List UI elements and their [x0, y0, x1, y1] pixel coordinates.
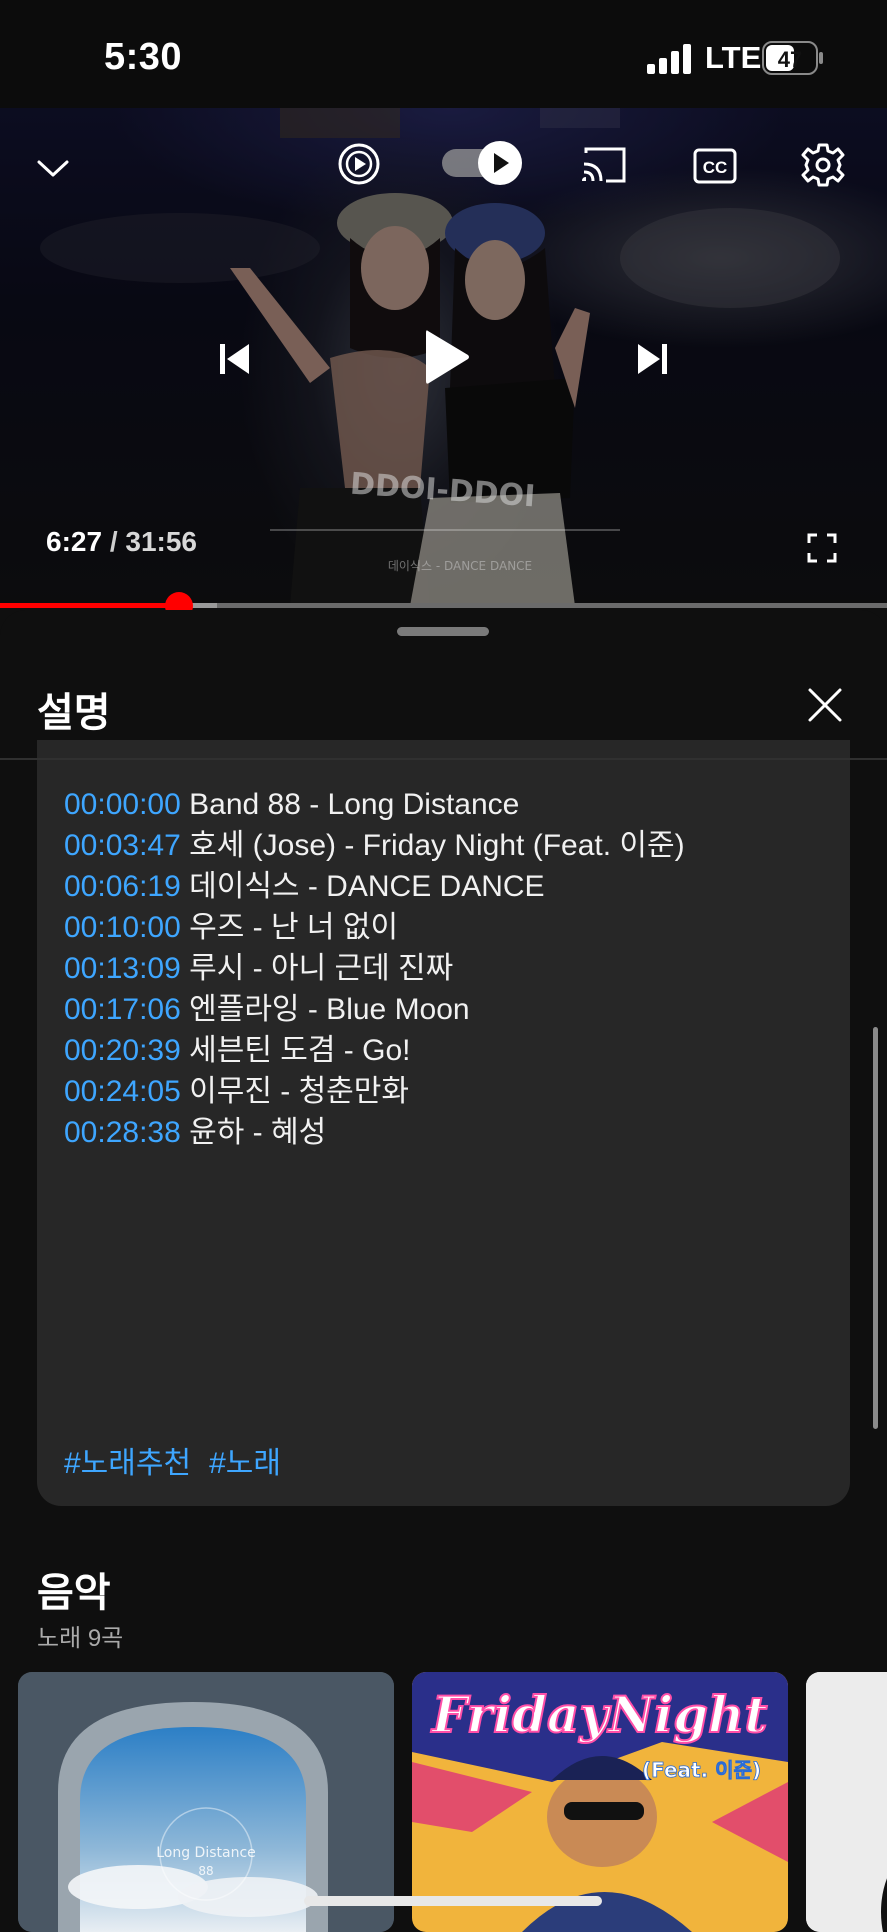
track-title: 엔플라잉 - Blue Moon [189, 993, 470, 1026]
skip-next-icon[interactable] [627, 334, 677, 384]
track-row: 00:28:38 윤하 - 혜성 [64, 1112, 685, 1153]
timestamp-link[interactable]: 00:03:47 [64, 829, 181, 862]
hashtags: #노래추천 #노래 [64, 1438, 299, 1482]
track-title: 루시 - 아니 근데 진짜 [189, 952, 454, 985]
album-art: Long Distance 88 [18, 1672, 394, 1932]
close-icon[interactable] [800, 680, 850, 730]
progress-track[interactable] [0, 603, 887, 608]
album-art-subtitle: 88 [198, 1864, 213, 1878]
svg-text:CC: CC [703, 158, 728, 177]
timestamp-link[interactable]: 00:28:38 [64, 1116, 181, 1149]
play-icon[interactable] [414, 322, 480, 392]
battery-level: 47 [778, 47, 802, 72]
network-label: LTE [705, 40, 762, 75]
music-card[interactable] [806, 1672, 887, 1932]
timestamp-link[interactable]: 00:20:39 [64, 1034, 181, 1067]
toggle-play-icon[interactable] [440, 138, 526, 188]
track-row: 00:20:39 세븐틴 도겸 - Go! [64, 1030, 685, 1071]
track-row: 00:03:47 호세 (Jose) - Friday Night (Feat.… [64, 825, 685, 866]
track-row: 00:10:00 우즈 - 난 너 없이 [64, 907, 685, 948]
album-art-title: FridayNight [430, 1685, 767, 1744]
track-title: 윤하 - 혜성 [189, 1116, 327, 1149]
track-title: 호세 (Jose) - Friday Night (Feat. 이준) [189, 829, 685, 862]
home-indicator [304, 1896, 602, 1906]
tracklist: 00:00:00 Band 88 - Long Distance 00:03:4… [64, 784, 685, 1153]
timestamp-link[interactable]: 00:10:00 [64, 911, 181, 944]
hashtag-link[interactable]: #노래추천 [64, 1447, 191, 1480]
album-art [806, 1672, 887, 1932]
video-player[interactable]: DDOI-DDOI 데이식스 - DANCE DANCE CC 6:27 / 3… [0, 108, 887, 606]
panel-divider [0, 758, 887, 760]
album-art-subtitle: (Feat. 이준) [642, 1758, 761, 1782]
signal-icon [647, 44, 691, 74]
music-section-subtitle: 노래 9곡 [37, 1625, 124, 1652]
timestamp-link[interactable]: 00:06:19 [64, 870, 181, 903]
status-time: 5:30 [104, 36, 183, 78]
hashtag-link[interactable]: #노래 [209, 1447, 281, 1480]
track-title: 우즈 - 난 너 없이 [189, 911, 399, 944]
timestamp-link[interactable]: 00:24:05 [64, 1075, 181, 1108]
progress-fill [0, 603, 180, 608]
track-title: 데이식스 - DANCE DANCE [189, 870, 545, 903]
gear-icon[interactable] [798, 140, 848, 190]
timestamp-link[interactable]: 00:13:09 [64, 952, 181, 985]
track-row: 00:06:19 데이식스 - DANCE DANCE [64, 866, 685, 907]
track-title: Band 88 - Long Distance [189, 788, 520, 821]
music-card[interactable]: FridayNight (Feat. 이준) [412, 1672, 788, 1932]
timestamp-link[interactable]: 00:00:00 [64, 788, 181, 821]
drag-handle[interactable] [397, 627, 489, 636]
scrollbar[interactable] [873, 1027, 878, 1429]
track-row: 00:00:00 Band 88 - Long Distance [64, 784, 685, 825]
current-time: 6:27 [46, 526, 103, 557]
music-card[interactable]: Long Distance 88 [18, 1672, 394, 1932]
album-art-title: Long Distance [156, 1845, 256, 1861]
skip-previous-icon[interactable] [210, 334, 260, 384]
track-row: 00:24:05 이무진 - 청춘만화 [64, 1071, 685, 1112]
video-watermark-subtitle: 데이식스 - DANCE DANCE [388, 559, 532, 573]
battery-icon: 47 [762, 41, 823, 75]
cc-icon[interactable]: CC [690, 144, 740, 188]
music-section-title: 음악 [37, 1571, 111, 1615]
timestamp-link[interactable]: 00:17:06 [64, 993, 181, 1026]
track-row: 00:17:06 엔플라잉 - Blue Moon [64, 989, 685, 1030]
album-art: FridayNight (Feat. 이준) [412, 1672, 788, 1932]
time-separator: / [109, 526, 118, 557]
autoplay-icon[interactable] [335, 140, 383, 188]
cast-icon[interactable] [578, 142, 630, 188]
panel-title: 설명 [37, 691, 111, 735]
playback-time: 6:27 / 31:56 [46, 526, 197, 558]
status-bar: 5:30 LTE 47 [0, 0, 887, 108]
duration: 31:56 [125, 526, 198, 557]
track-row: 00:13:09 루시 - 아니 근데 진짜 [64, 948, 685, 989]
track-title: 세븐틴 도겸 - Go! [189, 1034, 411, 1067]
fullscreen-icon[interactable] [800, 526, 844, 570]
chevron-down-icon[interactable] [30, 146, 76, 192]
track-title: 이무진 - 청춘만화 [189, 1075, 409, 1108]
